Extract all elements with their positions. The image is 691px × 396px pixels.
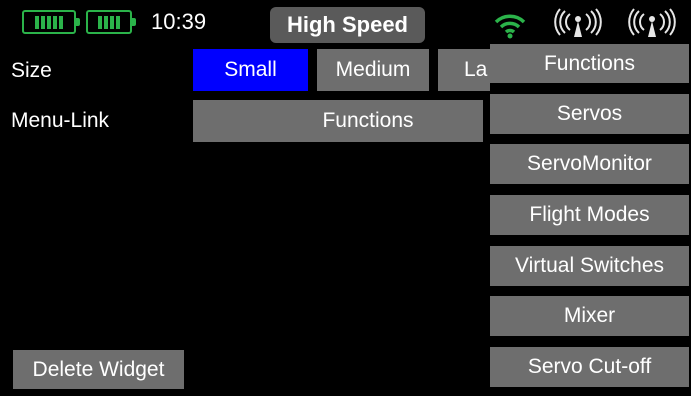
size-small-button[interactable]: Small [193,49,308,91]
size-large-button[interactable]: La [438,49,490,91]
menu-item-functions[interactable]: Functions [490,44,689,83]
menu-item-mixer[interactable]: Mixer [490,296,689,336]
menu-item-virtual-switches[interactable]: Virtual Switches [490,246,689,286]
clock-time: 10:39 [151,9,207,34]
delete-widget-button[interactable]: Delete Widget [13,350,184,389]
menu-link-dropdown[interactable]: Functions [193,100,483,142]
transmitter-battery-icon [22,10,80,34]
flight-mode-badge: High Speed [270,7,425,43]
size-label: Size [11,59,52,82]
wifi-icon [493,10,527,40]
antenna-icon [624,8,680,38]
receiver-battery-icon [86,10,136,34]
menu-item-flight-modes[interactable]: Flight Modes [490,195,689,235]
menu-item-servo-cut-off[interactable]: Servo Cut-off [490,347,689,387]
menu-item-servomonitor[interactable]: ServoMonitor [490,144,689,184]
size-medium-button[interactable]: Medium [317,49,429,91]
menu-link-label: Menu-Link [11,109,110,132]
menu-item-servos[interactable]: Servos [490,94,689,134]
antenna-icon [550,8,606,38]
